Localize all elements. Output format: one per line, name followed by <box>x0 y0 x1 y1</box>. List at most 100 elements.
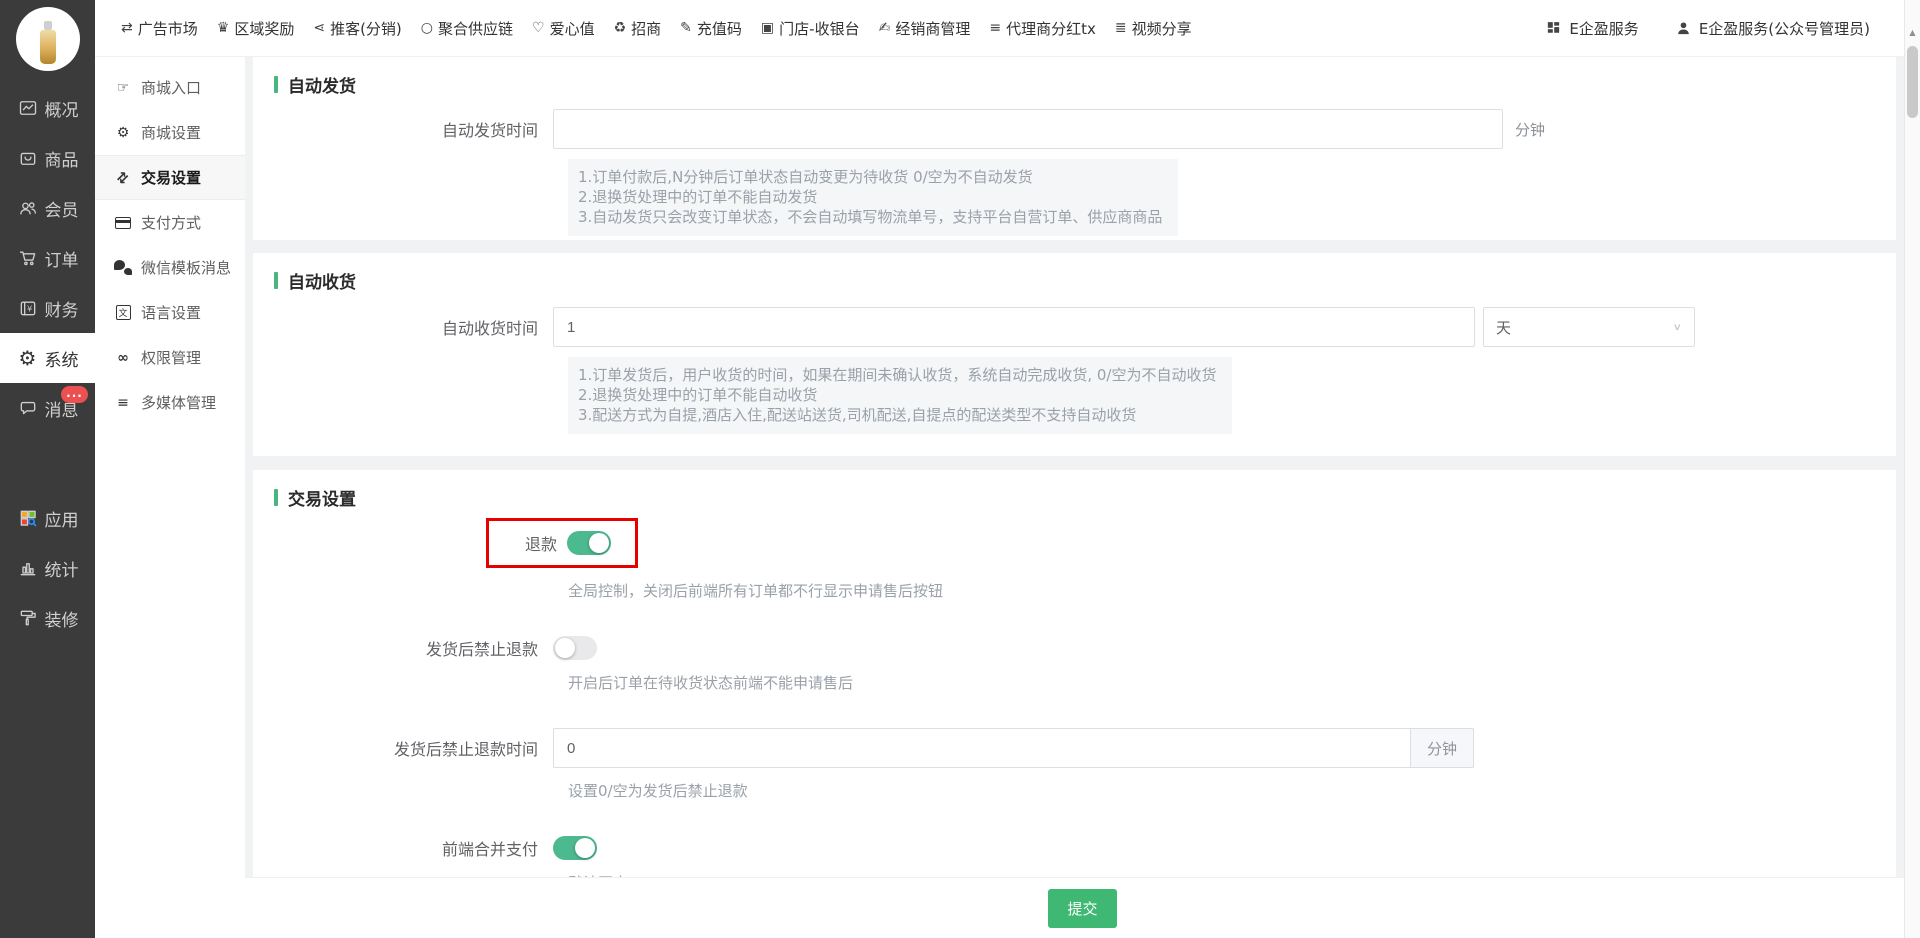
subnav-language-settings[interactable]: 文语言设置 <box>95 290 245 335</box>
toggle-knob <box>555 638 575 658</box>
sidebar-item-overview[interactable]: 概况 <box>0 83 95 133</box>
swap-diagonal-icon: ⇄ <box>111 165 135 189</box>
pencil-icon: ✎ <box>680 20 692 36</box>
submit-button[interactable]: 提交 <box>1048 889 1116 928</box>
sidebar-item-orders[interactable]: 订单 <box>0 233 95 283</box>
submit-bar: 提交 <box>245 877 1920 938</box>
refund-help: 全局控制，关闭后前端所有订单都不行显示申请售后按钮 <box>568 580 1896 601</box>
sidebar-item-system[interactable]: ⚙ 系统 <box>0 333 95 383</box>
scrollbar-thumb[interactable] <box>1907 46 1918 118</box>
auto-receive-time-input[interactable] <box>553 307 1475 347</box>
help-line: 3.配送方式为自提,酒店入住,配送站送货,司机配送,自提点的配送类型不支持自动收… <box>578 405 1216 425</box>
list-icon: ≣ <box>1115 20 1127 36</box>
refund-toggle[interactable] <box>567 531 611 555</box>
gear-icon: ⚙ <box>114 125 132 141</box>
sidebar-item-stats[interactable]: 统计 <box>0 543 95 593</box>
avatar-wrap <box>0 0 95 75</box>
sidebar-item-members[interactable]: 会员 <box>0 183 95 233</box>
sidebar-item-label: 系统 <box>45 346 79 371</box>
nav-dealer-management[interactable]: ✍经销商管理 <box>879 18 971 39</box>
nav-label: 代理商分红tx <box>1006 18 1096 39</box>
sidebar-item-label: 财务 <box>45 296 79 321</box>
subnav-label: 商城入口 <box>141 77 201 98</box>
grid-icon <box>1545 20 1562 37</box>
subnav-multimedia-management[interactable]: ≡多媒体管理 <box>95 380 245 425</box>
message-badge: ... <box>61 386 88 403</box>
sidebar-item-label: 订单 <box>45 246 79 271</box>
subnav-wechat-template[interactable]: 微信模板消息 <box>95 245 245 290</box>
unit-select[interactable]: 天 ∨ <box>1483 307 1695 347</box>
scroll-up-arrow[interactable]: ▲ <box>1905 28 1920 37</box>
nav-label: 招商 <box>631 18 661 39</box>
help-line: 3.自动发货只会改变订单状态，不会自动填写物流单号，支持平台自营订单、供应商商品 <box>578 207 1162 227</box>
nav-label: 聚合供应链 <box>438 18 513 39</box>
page-scrollbar[interactable]: ▲ <box>1904 0 1920 938</box>
nav-label: 视频分享 <box>1132 18 1192 39</box>
forbid-refund-time-label: 发货后禁止退款时间 <box>253 736 553 760</box>
subnav-label: 微信模板消息 <box>141 257 231 278</box>
merge-pay-toggle[interactable] <box>553 836 597 860</box>
nav-tuike-distribution[interactable]: ⋖推客(分销) <box>313 18 401 39</box>
sidebar-item-goods[interactable]: 商品 <box>0 133 95 183</box>
pointer-icon: ☞ <box>114 80 132 96</box>
nav-investment[interactable]: ♻招商 <box>614 18 662 39</box>
chart-icon <box>17 97 39 119</box>
merge-pay-label: 前端合并支付 <box>253 836 553 860</box>
sidebar-item-label: 概况 <box>45 96 79 121</box>
credit-card-icon <box>114 217 132 229</box>
writing-icon: ✍ <box>879 20 891 36</box>
subnav-permission-management[interactable]: ∞权限管理 <box>95 335 245 380</box>
subnav-trade-settings[interactable]: ⇄交易设置 <box>95 155 245 200</box>
sidebar-item-finance[interactable]: ¥ 财务 <box>0 283 95 333</box>
unit-select-value: 天 <box>1496 317 1511 338</box>
nav-supply-chain[interactable]: ○聚合供应链 <box>421 18 513 39</box>
forbid-refund-label: 发货后禁止退款 <box>253 636 553 660</box>
subnav-payment-methods[interactable]: 支付方式 <box>95 200 245 245</box>
sidebar-item-messages[interactable]: ... 消息 <box>0 383 95 433</box>
nav-recharge-code[interactable]: ✎充值码 <box>680 18 742 39</box>
wechat-icon <box>114 260 132 275</box>
nav-store-cashier[interactable]: ▣门店-收银台 <box>761 18 860 39</box>
menu-icon: ≡ <box>989 20 1001 36</box>
auto-delivery-time-input[interactable] <box>553 109 1503 149</box>
minutes-suffix: 分钟 <box>1515 119 1545 140</box>
sidebar-item-apps[interactable]: 应用 <box>0 493 95 543</box>
users-icon <box>17 197 39 219</box>
nav-region-reward[interactable]: ♛区域奖励 <box>217 18 295 39</box>
main-content: 自动发货 自动发货时间 分钟 1.订单付款后,N分钟后订单状态自动变更为待收货 … <box>245 57 1920 938</box>
account-menu[interactable]: E企盈服务(公众号管理员) <box>1675 18 1870 39</box>
paint-roller-icon <box>17 607 39 629</box>
sidebar-item-label: 商品 <box>45 146 79 171</box>
forbid-refund-time-help: 设置0/空为发货后禁止退款 <box>568 780 1896 801</box>
sidebar-item-decorate[interactable]: 装修 <box>0 593 95 643</box>
subnav-label: 多媒体管理 <box>141 392 216 413</box>
trophy-icon: ♛ <box>217 20 230 36</box>
nav-agent-dividend[interactable]: ≡ 代理商分红tx <box>989 18 1096 39</box>
forbid-refund-toggle[interactable] <box>553 636 597 660</box>
refund-label: 退款 <box>525 531 557 555</box>
settings-subnav: ☞ 商城入口 ⚙商城设置 ⇄交易设置 支付方式 微信模板消息 文语言设置 ∞权限管… <box>95 57 245 938</box>
bag-icon <box>17 147 39 169</box>
nav-label: 推客(分销) <box>330 18 402 39</box>
nav-love-value[interactable]: ♡爱心值 <box>532 18 595 39</box>
auto-delivery-card: 自动发货 自动发货时间 分钟 1.订单付款后,N分钟后订单状态自动变更为待收货 … <box>253 57 1896 240</box>
nav-video-share[interactable]: ≣ 视频分享 <box>1115 18 1192 39</box>
forbid-refund-time-input[interactable] <box>553 728 1411 768</box>
heart-icon: ♡ <box>532 20 545 36</box>
avatar[interactable] <box>16 7 80 71</box>
service-menu[interactable]: E企盈服务 <box>1545 18 1638 39</box>
nav-label: 经销商管理 <box>895 18 970 39</box>
auto-delivery-time-label: 自动发货时间 <box>253 117 553 141</box>
cart-icon <box>17 247 39 269</box>
account-label: E企盈服务(公众号管理员) <box>1699 18 1870 39</box>
auto-receive-help: 1.订单发货后，用户收货的时间，如果在期间未确认收货，系统自动完成收货, 0/空… <box>568 357 1232 434</box>
subnav-mall-entry[interactable]: ☞ 商城入口 <box>95 65 245 110</box>
subnav-label: 支付方式 <box>141 212 201 233</box>
nav-ad-market[interactable]: ⇄广告市场 <box>121 18 198 39</box>
forbid-refund-help: 开启后订单在待收货状态前端不能申请售后 <box>568 672 1896 693</box>
stats-icon <box>17 557 39 579</box>
recycle-icon: ♻ <box>614 20 627 36</box>
swap-icon: ⇄ <box>121 20 133 36</box>
nav-label: 区域奖励 <box>234 18 294 39</box>
subnav-mall-settings[interactable]: ⚙商城设置 <box>95 110 245 155</box>
